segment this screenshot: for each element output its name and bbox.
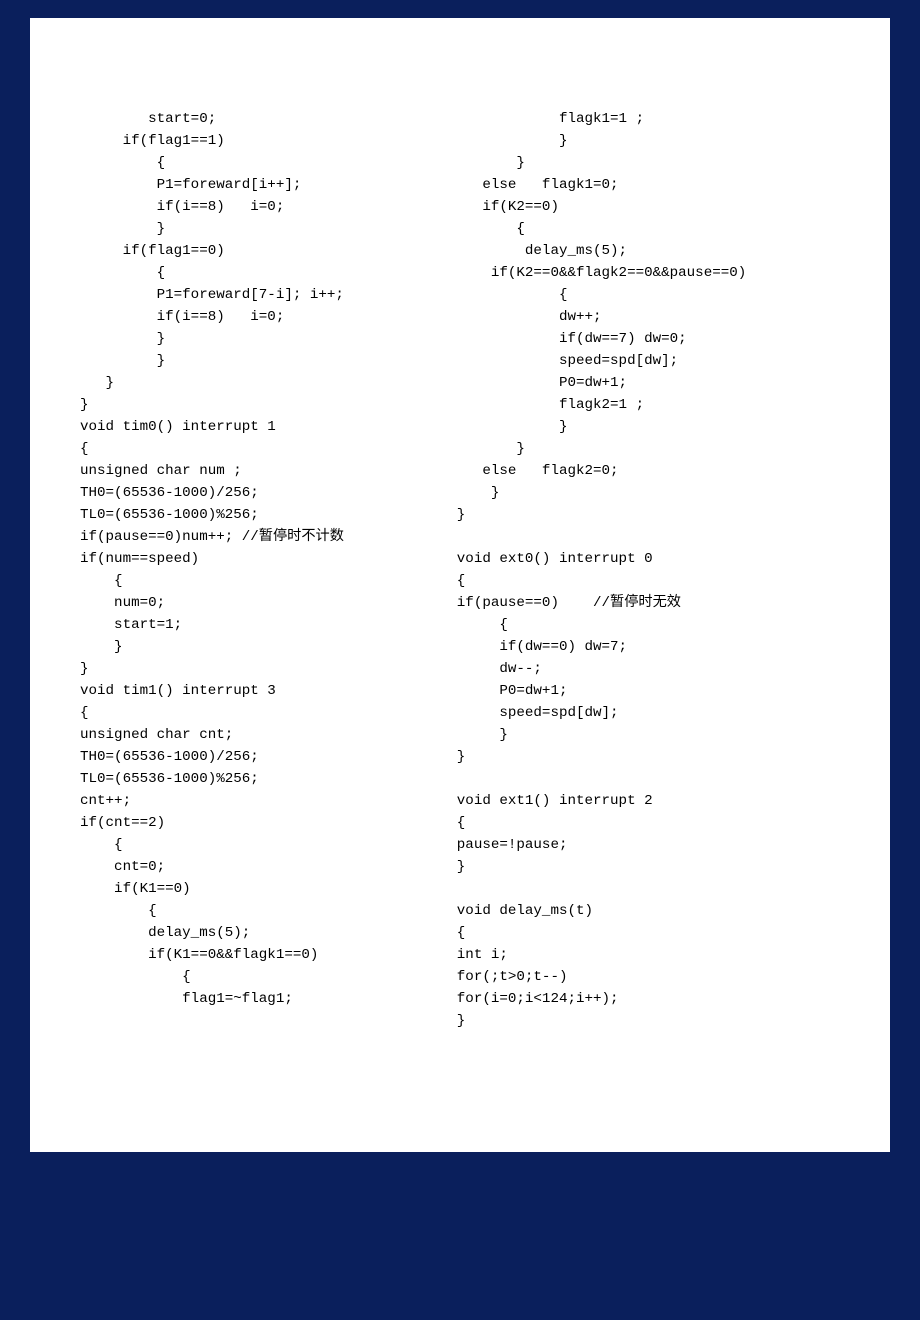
document-page: start=0; if(flag1==1) { P1=foreward[i++]… — [30, 18, 890, 1152]
code-column-left: start=0; if(flag1==1) { P1=foreward[i++]… — [80, 108, 445, 1092]
code-column-right: flagk1=1 ; } } else flagk1=0; if(K2==0) … — [457, 108, 852, 1092]
